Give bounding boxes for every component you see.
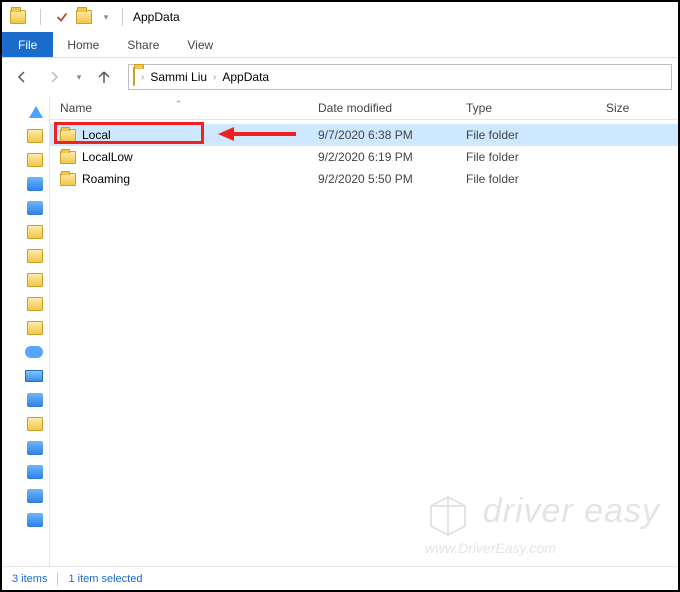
quick-access-icon [29, 106, 43, 118]
item-name: LocalLow [82, 150, 133, 164]
folder-icon [27, 225, 43, 239]
folder-icon [27, 465, 43, 479]
folder-icon [27, 393, 43, 407]
sidebar-item[interactable] [4, 102, 47, 122]
sidebar-item[interactable] [4, 126, 47, 146]
sidebar-item[interactable] [4, 150, 47, 170]
forward-button[interactable] [40, 64, 68, 90]
item-date: 9/7/2020 6:38 PM [308, 128, 456, 142]
item-type: File folder [456, 128, 596, 142]
properties-icon[interactable] [52, 7, 72, 27]
back-button[interactable] [8, 64, 36, 90]
folder-icon [74, 7, 94, 27]
folder-icon [27, 321, 43, 335]
navigation-pane[interactable] [2, 96, 50, 566]
list-item[interactable]: LocalLow 9/2/2020 6:19 PM File folder [50, 146, 678, 168]
sidebar-item[interactable] [4, 366, 47, 386]
folder-icon [27, 297, 43, 311]
column-date-modified[interactable]: Date modified [308, 101, 456, 115]
folder-icon [27, 177, 43, 191]
ribbon-tabs: File Home Share View [2, 32, 678, 58]
up-button[interactable] [90, 64, 118, 90]
item-type: File folder [456, 172, 596, 186]
title-bar: ▾ AppData [2, 2, 678, 32]
tab-share[interactable]: Share [113, 32, 173, 57]
folder-icon [27, 489, 43, 503]
chevron-right-icon[interactable]: › [213, 72, 216, 83]
tab-view[interactable]: View [173, 32, 227, 57]
folder-icon [60, 173, 76, 186]
tab-home[interactable]: Home [53, 32, 113, 57]
breadcrumb-segment[interactable]: AppData [222, 70, 269, 84]
sidebar-item[interactable] [4, 486, 47, 506]
qat-dropdown-icon[interactable]: ▾ [96, 7, 116, 27]
folder-icon [27, 153, 43, 167]
column-header: Name ⌃ Date modified Type Size [50, 96, 678, 120]
folder-icon [60, 151, 76, 164]
item-name: Roaming [82, 172, 130, 186]
sort-ascending-icon: ⌃ [175, 99, 183, 110]
column-size[interactable]: Size [596, 101, 678, 115]
folder-icon [27, 201, 43, 215]
column-type[interactable]: Type [456, 101, 596, 115]
folder-icon [27, 273, 43, 287]
sidebar-item[interactable] [4, 294, 47, 314]
folder-icon [27, 129, 43, 143]
qat-separator [30, 7, 50, 27]
window-title: AppData [133, 10, 180, 24]
navigation-bar: ▾ › Sammi Liu › AppData [2, 58, 678, 96]
item-name: Local [82, 128, 111, 142]
breadcrumb-segment[interactable]: Sammi Liu [150, 70, 207, 84]
folder-icon [60, 129, 76, 142]
content-pane: Name ⌃ Date modified Type Size Local 9/7… [50, 96, 678, 566]
chevron-right-icon[interactable]: › [141, 72, 144, 83]
status-bar: 3 items 1 item selected [2, 566, 678, 590]
this-pc-icon [25, 370, 43, 382]
list-item[interactable]: Local 9/7/2020 6:38 PM File folder [50, 124, 678, 146]
folder-icon [8, 7, 28, 27]
list-item[interactable]: Roaming 9/2/2020 5:50 PM File folder [50, 168, 678, 190]
sidebar-item[interactable] [4, 438, 47, 458]
sidebar-item[interactable] [4, 342, 47, 362]
sidebar-item[interactable] [4, 390, 47, 410]
folder-icon [27, 417, 43, 431]
file-tab[interactable]: File [2, 32, 53, 57]
onedrive-icon [25, 346, 43, 358]
sidebar-item[interactable] [4, 462, 47, 482]
sidebar-item[interactable] [4, 174, 47, 194]
file-list[interactable]: Local 9/7/2020 6:38 PM File folder Local… [50, 120, 678, 566]
column-name[interactable]: Name ⌃ [50, 101, 308, 115]
item-type: File folder [456, 150, 596, 164]
folder-icon [27, 441, 43, 455]
sidebar-item[interactable] [4, 270, 47, 290]
item-date: 9/2/2020 5:50 PM [308, 172, 456, 186]
sidebar-item[interactable] [4, 414, 47, 434]
column-name-label: Name [60, 101, 92, 115]
sidebar-item[interactable] [4, 246, 47, 266]
folder-icon [133, 68, 135, 86]
folder-icon [27, 249, 43, 263]
status-item-count: 3 items [12, 573, 47, 585]
address-bar[interactable]: › Sammi Liu › AppData [128, 64, 672, 90]
explorer-window: ▾ AppData File Home Share View ▾ › Sammi… [0, 0, 680, 592]
recent-dropdown-icon[interactable]: ▾ [72, 64, 86, 90]
item-date: 9/2/2020 6:19 PM [308, 150, 456, 164]
sidebar-item[interactable] [4, 198, 47, 218]
folder-icon [27, 513, 43, 527]
status-selection: 1 item selected [68, 573, 142, 585]
sidebar-item[interactable] [4, 222, 47, 242]
sidebar-item[interactable] [4, 510, 47, 530]
sidebar-item[interactable] [4, 318, 47, 338]
